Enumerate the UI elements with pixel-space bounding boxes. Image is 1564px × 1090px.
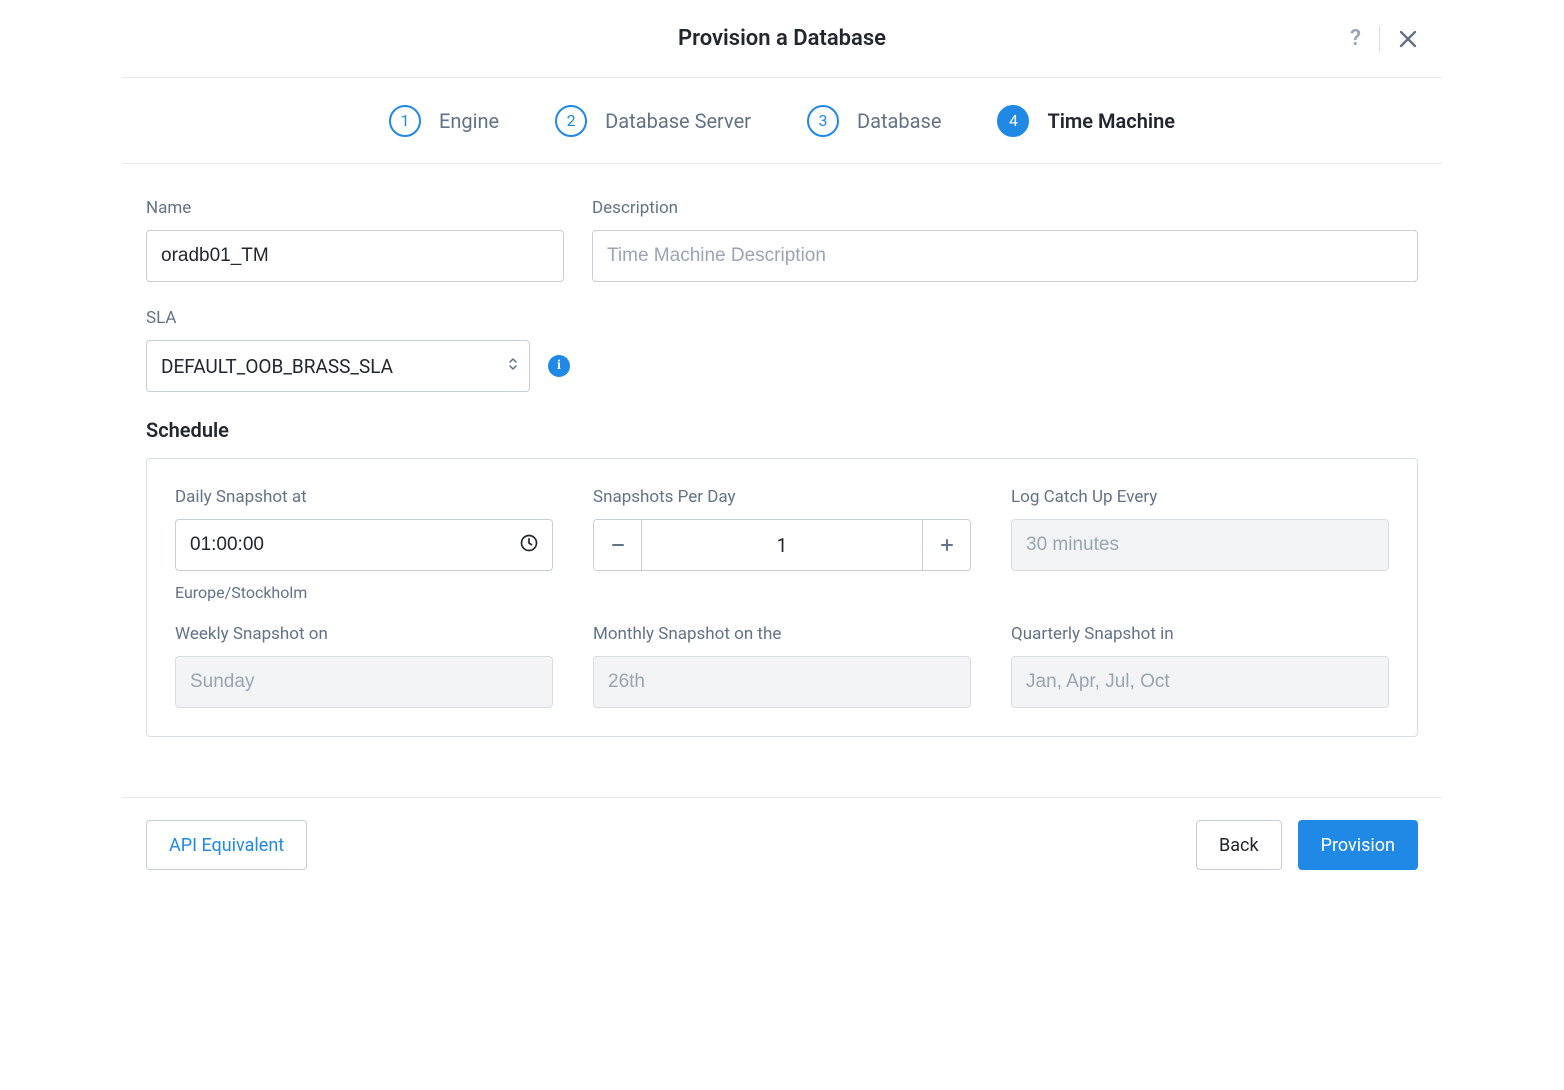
snapshots-per-day-value: 1 [642,520,922,570]
daily-time-wrap [175,519,553,571]
modal-title: Provision a Database [678,26,886,51]
step-number: 3 [807,105,839,137]
daily-snapshot-field: Daily Snapshot at Europe/Stockholm [175,487,553,602]
step-label: Database [857,109,941,133]
log-catch-up-label: Log Catch Up Every [1011,487,1389,507]
help-icon[interactable]: ? [1350,26,1361,51]
sla-label: SLA [146,308,1418,328]
step-number: 1 [389,105,421,137]
step-database-server[interactable]: 2 Database Server [555,105,751,137]
quarterly-snapshot-label: Quarterly Snapshot in [1011,624,1389,644]
info-icon[interactable]: i [548,355,570,377]
description-input[interactable] [592,230,1418,282]
provision-modal: Provision a Database ? 1 Engine 2 Databa… [122,0,1442,892]
monthly-snapshot-label: Monthly Snapshot on the [593,624,971,644]
increment-button[interactable] [922,520,970,570]
daily-snapshot-label: Daily Snapshot at [175,487,553,507]
modal-footer: API Equivalent Back Provision [122,797,1442,892]
name-label: Name [146,198,564,218]
snapshots-per-day-label: Snapshots Per Day [593,487,971,507]
api-equivalent-button[interactable]: API Equivalent [146,820,307,870]
provision-button[interactable]: Provision [1298,820,1418,870]
name-input[interactable] [146,230,564,282]
name-field: Name [146,198,564,282]
sla-field: SLA DEFAULT_OOB_BRASS_SLA i [146,308,1418,392]
snapshots-per-day-field: Snapshots Per Day 1 [593,487,971,602]
step-label: Database Server [605,109,751,133]
description-label: Description [592,198,1418,218]
schedule-grid-row2: Weekly Snapshot on Monthly Snapshot on t… [175,624,1389,708]
sla-select-wrap: DEFAULT_OOB_BRASS_SLA [146,340,530,392]
timezone-label: Europe/Stockholm [175,583,553,602]
sla-row: DEFAULT_OOB_BRASS_SLA i [146,340,1418,392]
step-label: Engine [439,109,499,133]
wizard-stepper: 1 Engine 2 Database Server 3 Database 4 … [122,78,1442,164]
weekly-snapshot-label: Weekly Snapshot on [175,624,553,644]
back-button[interactable]: Back [1196,820,1282,870]
decrement-button[interactable] [594,520,642,570]
header-divider [1379,26,1380,52]
log-catch-up-field: Log Catch Up Every [1011,487,1389,602]
step-number: 4 [997,105,1029,137]
snapshots-per-day-stepper: 1 [593,519,971,571]
monthly-snapshot-input [593,656,971,708]
step-number: 2 [555,105,587,137]
schedule-box: Daily Snapshot at Europe/Stockholm Snaps… [146,458,1418,737]
schedule-title: Schedule [146,418,1418,442]
sla-select[interactable]: DEFAULT_OOB_BRASS_SLA [146,340,530,392]
clock-icon[interactable] [519,533,539,557]
step-label: Time Machine [1047,109,1175,133]
description-field: Description [592,198,1418,282]
step-database[interactable]: 3 Database [807,105,941,137]
weekly-snapshot-field: Weekly Snapshot on [175,624,553,708]
name-description-row: Name Description [146,198,1418,282]
quarterly-snapshot-field: Quarterly Snapshot in [1011,624,1389,708]
monthly-snapshot-field: Monthly Snapshot on the [593,624,971,708]
daily-snapshot-time-input[interactable] [175,519,553,571]
quarterly-snapshot-input [1011,656,1389,708]
step-time-machine[interactable]: 4 Time Machine [997,105,1175,137]
weekly-snapshot-input [175,656,553,708]
chevron-updown-icon [508,356,518,376]
step-engine[interactable]: 1 Engine [389,105,499,137]
log-catch-up-input [1011,519,1389,571]
close-icon[interactable] [1398,29,1418,49]
modal-header: Provision a Database ? [122,0,1442,78]
header-actions: ? [1350,26,1418,52]
schedule-grid-row1: Daily Snapshot at Europe/Stockholm Snaps… [175,487,1389,602]
sla-select-value: DEFAULT_OOB_BRASS_SLA [161,355,393,378]
modal-body: Name Description SLA DEFAULT_OOB_BRASS_S… [122,164,1442,761]
